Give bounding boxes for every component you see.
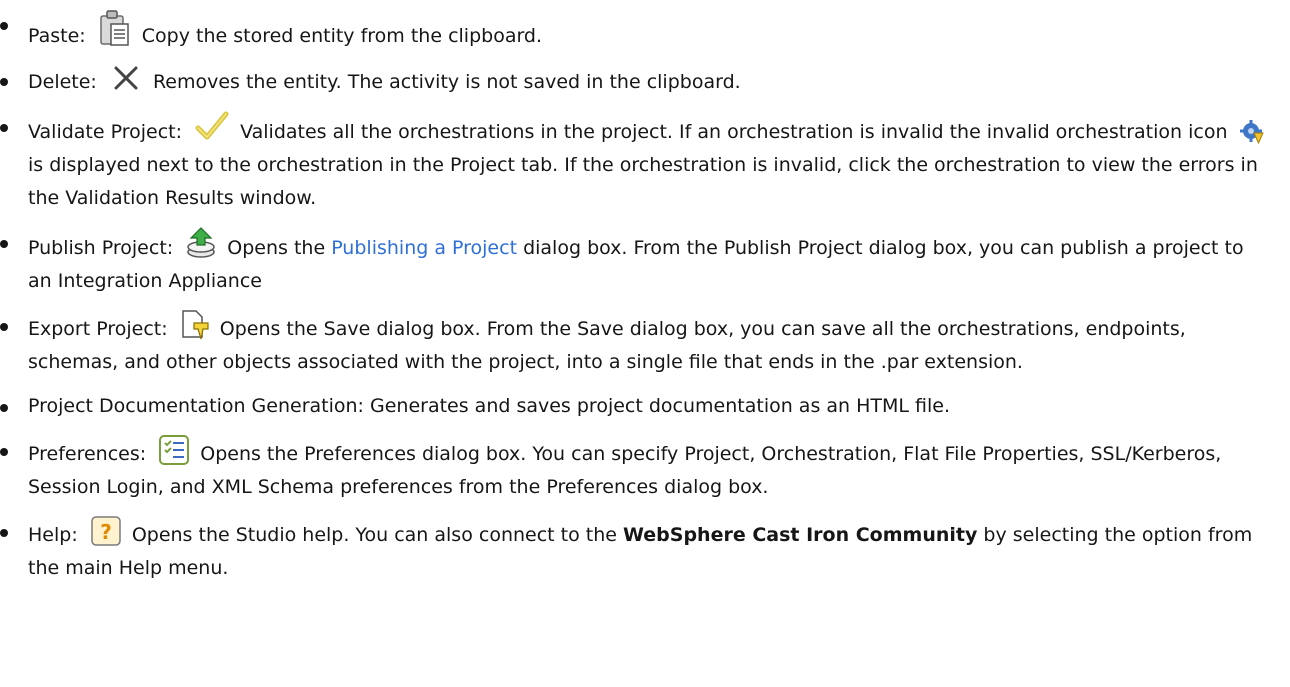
item-text: Removes the entity. The activity is not …: [152, 71, 741, 93]
item-label: Paste:: [28, 25, 86, 47]
list-item-validate-project: Validate Project: Validates all the orch…: [0, 110, 1268, 215]
paste-icon: [98, 8, 132, 48]
delete-x-icon: [109, 64, 143, 94]
list-item-export-project: Export Project: Opens the Save dialog bo…: [0, 309, 1268, 379]
publishing-a-project-link[interactable]: Publishing a Project: [331, 237, 517, 259]
list-item-paste: Paste: Copy the stored entity from the c…: [0, 8, 1268, 53]
preferences-icon: [158, 434, 190, 466]
item-text: Generates and saves project documentatio…: [370, 395, 950, 417]
item-label: Validate Project:: [28, 121, 183, 143]
item-label: Project Documentation Generation:: [28, 395, 364, 417]
item-label: Preferences:: [28, 443, 147, 465]
item-label: Help:: [28, 524, 78, 546]
item-text-b: is displayed next to the orchestration i…: [28, 154, 1258, 209]
list-item-help: Help: ? Opens the Studio help. You can a…: [0, 515, 1268, 585]
list-item-publish-project: Publish Project: Opens the Publishing a …: [0, 226, 1268, 298]
item-text: Copy the stored entity from the clipboar…: [141, 25, 543, 47]
svg-text:?: ?: [100, 520, 112, 544]
publish-icon: [185, 226, 217, 260]
list-item-preferences: Preferences: Opens the Preferences dialo…: [0, 434, 1268, 504]
item-text-a: Opens the Studio help. You can also conn…: [131, 524, 617, 546]
list-item-project-documentation: Project Documentation Generation: Genera…: [0, 390, 1268, 423]
invalid-orchestration-icon: [1239, 120, 1264, 144]
item-label: Delete:: [28, 71, 97, 93]
item-text: Opens the Preferences dialog box. You ca…: [28, 443, 1222, 498]
item-label: Export Project:: [28, 318, 168, 340]
export-icon: [180, 309, 210, 341]
list-item-delete: Delete: Removes the entity. The activity…: [0, 64, 1268, 99]
community-name: WebSphere Cast Iron Community: [623, 524, 978, 546]
item-text-a: Opens the: [227, 237, 326, 259]
help-icon: ?: [90, 515, 122, 547]
checkmark-icon: [194, 110, 230, 144]
item-text-a: Validates all the orchestrations in the …: [240, 121, 1228, 143]
item-label: Publish Project:: [28, 237, 174, 259]
feature-list: Paste: Copy the stored entity from the c…: [0, 0, 1290, 585]
